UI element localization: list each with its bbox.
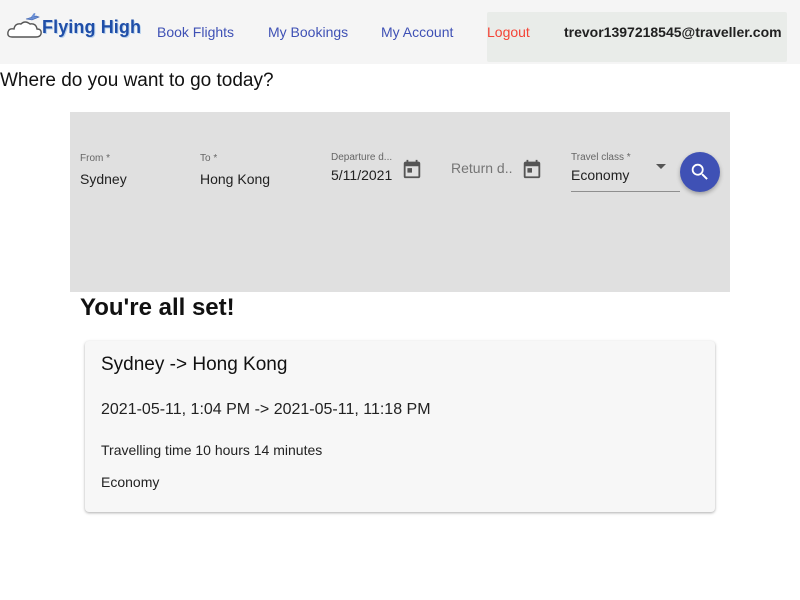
cloud-plane-logo-icon xyxy=(7,13,42,38)
to-label: To * xyxy=(200,153,218,164)
nav-my-account[interactable]: My Account xyxy=(381,24,453,40)
chevron-down-icon[interactable] xyxy=(656,164,666,169)
nav-my-bookings[interactable]: My Bookings xyxy=(268,24,348,40)
booking-times: 2021-05-11, 1:04 PM -> 2021-05-11, 11:18… xyxy=(101,401,431,418)
page-title: Where do you want to go today? xyxy=(0,70,274,91)
search-button[interactable] xyxy=(680,152,720,192)
travel-class-select[interactable]: Travel class * Economy xyxy=(571,152,680,192)
search-icon xyxy=(691,163,708,180)
booking-travel-class: Economy xyxy=(101,474,160,490)
return-date-field[interactable]: Return d... xyxy=(451,160,521,180)
travel-class-value[interactable]: Economy xyxy=(571,167,651,183)
from-field[interactable]: From * Sydney xyxy=(80,153,190,193)
to-field[interactable]: To * Hong Kong xyxy=(200,153,320,193)
from-input[interactable]: Sydney xyxy=(80,171,190,187)
booking-card: Sydney -> Hong Kong 2021-05-11, 1:04 PM … xyxy=(85,341,715,512)
brand-logo[interactable]: Flying High xyxy=(6,10,142,44)
nav-book-flights[interactable]: Book Flights xyxy=(157,24,234,40)
brand-name: Flying High xyxy=(42,16,142,37)
top-app-bar: Flying High Book Flights My Bookings My … xyxy=(0,0,800,64)
travel-class-underline xyxy=(571,191,680,192)
departure-label: Departure d... xyxy=(331,152,393,163)
departure-date-input[interactable]: 5/11/2021 xyxy=(331,167,397,183)
booking-route: Sydney -> Hong Kong xyxy=(101,354,288,375)
to-input[interactable]: Hong Kong xyxy=(200,171,320,187)
return-date-input[interactable]: Return d... xyxy=(451,160,513,176)
flight-search-panel: From * Sydney To * Hong Kong Departure d… xyxy=(70,112,730,292)
logout-button[interactable]: Logout xyxy=(487,24,530,40)
booking-confirmation-title: You're all set! xyxy=(80,294,235,321)
departure-calendar-icon[interactable] xyxy=(401,158,423,180)
from-label: From * xyxy=(80,153,110,164)
booking-duration: Travelling time 10 hours 14 minutes xyxy=(101,442,323,458)
user-email: trevor1397218545@traveller.com xyxy=(564,24,782,40)
return-calendar-icon[interactable] xyxy=(521,158,543,180)
travel-class-label: Travel class * xyxy=(571,152,631,163)
